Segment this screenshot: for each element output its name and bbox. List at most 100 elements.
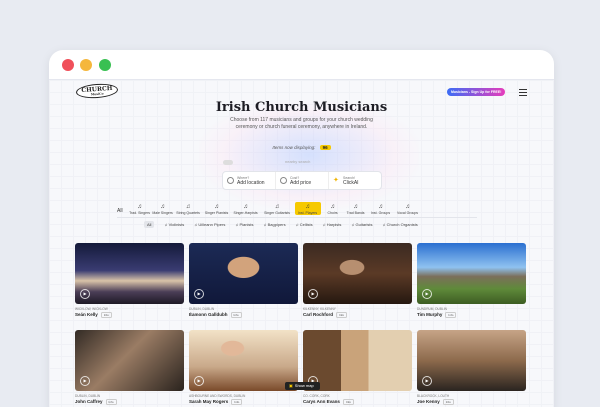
music-note-icon: ♫ xyxy=(243,204,248,210)
search-field[interactable]: ✦ Search! ClickAI xyxy=(329,172,381,189)
musician-photo[interactable]: ▶ xyxy=(189,330,298,391)
category-choirs[interactable]: ♫ Choirs xyxy=(322,203,344,215)
category-male-singers[interactable]: ♫ Male Singers xyxy=(152,203,174,215)
musician-card[interactable]: ▶ Ashbourne and Swords, Dublin Sarah May… xyxy=(189,330,298,405)
play-icon[interactable]: ▶ xyxy=(308,289,318,299)
musician-photo[interactable]: ▶ xyxy=(189,243,298,304)
cost-field[interactable]: Cost? Add price xyxy=(276,172,329,189)
play-icon[interactable]: ▶ xyxy=(80,376,90,386)
music-note-icon: ♫ xyxy=(137,204,142,210)
category-bar: All ♫ Trad. Singers ♫ Male Singers ♫ String… xyxy=(117,197,422,215)
musician-name: Tim Murphy Info xyxy=(417,312,526,318)
nearby-search-label: nearby search xyxy=(285,159,311,164)
category-singer-pianists[interactable]: ♫ Singer Pianists xyxy=(203,203,231,215)
category-inst-groups[interactable]: ♫ Inst. Groups xyxy=(368,203,394,215)
musician-name: Sarah May Rogers Info xyxy=(189,399,298,405)
music-note-icon: ♫ xyxy=(274,204,280,210)
musician-card[interactable]: ▶ Co. Cork, Cork Carys Ann Evans Info xyxy=(303,330,412,405)
category-all[interactable]: All xyxy=(117,207,123,215)
info-button[interactable]: Info xyxy=(230,312,242,318)
maximize-window-button[interactable] xyxy=(99,59,111,71)
play-icon[interactable]: ▶ xyxy=(194,289,204,299)
minimize-window-button[interactable] xyxy=(80,59,92,71)
musician-location: Dublin, Dublin xyxy=(189,307,215,311)
page-title: Irish Church Musicians xyxy=(215,100,388,115)
price-tag-icon xyxy=(280,177,287,184)
music-note-icon: ♫ xyxy=(405,204,410,210)
info-button[interactable]: Info xyxy=(105,399,117,405)
where-input[interactable]: Add location xyxy=(237,180,265,186)
info-button[interactable]: Info xyxy=(445,312,457,318)
cost-input[interactable]: Add price xyxy=(290,180,311,186)
musician-location: Dundrum, Dublin xyxy=(417,307,447,311)
play-icon[interactable]: ▶ xyxy=(194,376,204,386)
musician-card[interactable]: ▶ Kilkenny, Kilkenny Carl Rochford Info xyxy=(303,243,412,318)
play-icon[interactable]: ▶ xyxy=(422,376,432,386)
music-note-icon: ♫ xyxy=(378,204,383,210)
hamburger-menu-icon[interactable] xyxy=(519,89,527,98)
play-icon[interactable]: ▶ xyxy=(422,289,432,299)
signup-button[interactable]: Musicians - Sign Up for FREE! xyxy=(447,88,506,96)
category-singer-harpists[interactable]: ♫ Singer-Harpists xyxy=(232,203,260,215)
musician-card[interactable]: ▶ Dublin, Dublin Éamonn Galldubh Info xyxy=(189,243,298,318)
musician-photo[interactable]: ▶ xyxy=(417,330,526,391)
subcategory-violinists[interactable]: ♫ Violinists xyxy=(164,222,184,227)
show-map-button[interactable]: ▣ Show map xyxy=(285,382,320,390)
nearby-search-toggle[interactable] xyxy=(223,160,233,165)
musician-name: John Caffrey Info xyxy=(75,399,184,405)
musician-card[interactable]: ▶ Wicklow, Wicklow Seán Kelly Info xyxy=(75,243,184,318)
search-input[interactable]: ClickAI xyxy=(343,180,359,186)
subcategory-cellists[interactable]: ♫ Cellists xyxy=(296,222,313,227)
category-string-quartets[interactable]: ♫ String Quartets xyxy=(175,203,202,215)
musician-location: Wicklow, Wicklow xyxy=(75,307,108,311)
info-button[interactable]: Info xyxy=(336,312,348,318)
category-singer-guitarists[interactable]: ♫ Singer Guitarists xyxy=(261,203,294,215)
info-button[interactable]: Info xyxy=(231,399,243,405)
subcategory-church-organists[interactable]: ♫ Church Organists xyxy=(382,222,417,227)
subcategory-guitarists[interactable]: ♫ Guitarists xyxy=(351,222,372,227)
page-subtitle: Choose from 117 musicians and groups for… xyxy=(230,117,373,130)
musician-location: Blackrock, Louth xyxy=(417,394,450,398)
items-displaying-label: Items now displaying: xyxy=(272,145,316,150)
musician-card[interactable]: ▶ Dundrum, Dublin Tim Murphy Info xyxy=(417,243,526,318)
subcategory-bagpipers[interactable]: ♫ Bagpipers xyxy=(263,222,285,227)
music-note-icon: ♫ xyxy=(185,204,191,210)
category-trad-bands[interactable]: ♫ Trad Bands xyxy=(345,203,367,215)
music-note-icon: ♫ xyxy=(214,204,219,210)
play-icon[interactable]: ▶ xyxy=(80,289,90,299)
musician-photo[interactable]: ▶ xyxy=(303,243,412,304)
musician-photo[interactable]: ▶ xyxy=(75,243,184,304)
items-count-badge: 96 xyxy=(319,145,331,150)
musician-location: Kilkenny, Kilkenny xyxy=(303,307,336,311)
items-displaying: Items now displaying: 96 xyxy=(49,145,554,150)
subcategory-harpists[interactable]: ♫ Harpists xyxy=(323,222,342,227)
musician-name: Carys Ann Evans Info xyxy=(303,399,412,405)
info-button[interactable]: Info xyxy=(100,312,112,318)
musician-card[interactable]: ▶ Dublin, Dublin John Caffrey Info xyxy=(75,330,184,405)
musician-location: Dublin, Dublin xyxy=(75,394,101,398)
map-icon: ▣ xyxy=(289,383,293,388)
musician-card[interactable]: ▶ Blackrock, Louth Joe Kenny Info xyxy=(417,330,526,405)
musician-photo[interactable]: ▶ xyxy=(75,330,184,391)
musician-name: Joe Kenny Info xyxy=(417,399,526,405)
subcategory-pianists[interactable]: ♫ Pianists xyxy=(235,222,253,227)
musician-photo[interactable]: ▶ xyxy=(417,243,526,304)
subcategory-uilleann-pipers[interactable]: ♫ Uilleann Pipers xyxy=(194,222,225,227)
category-trad-singers[interactable]: ♫ Trad. Singers xyxy=(129,203,151,215)
musician-location: Co. Cork, Cork xyxy=(303,394,330,398)
search-label: Search! xyxy=(343,175,356,180)
music-note-icon: ♫ xyxy=(330,204,335,210)
musician-name: Éamonn Galldubh Info xyxy=(189,312,298,318)
subcategory-all[interactable]: All xyxy=(144,221,155,228)
close-window-button[interactable] xyxy=(62,59,74,71)
info-button[interactable]: Info xyxy=(342,399,354,405)
music-note-icon: ♫ xyxy=(305,204,310,210)
category-inst-players[interactable]: ♫ Inst. Players xyxy=(294,202,321,215)
where-label: Where? xyxy=(237,175,250,180)
category-vocal-groups[interactable]: ♫ Vocal Groups xyxy=(395,203,421,215)
search-bar: Where? Add location Cost? Add price ✦ Sear… xyxy=(222,171,382,190)
where-field[interactable]: Where? Add location xyxy=(223,172,276,189)
sparkle-icon: ✦ xyxy=(333,177,339,184)
window-titlebar xyxy=(49,50,554,80)
info-button[interactable]: Info xyxy=(442,399,454,405)
